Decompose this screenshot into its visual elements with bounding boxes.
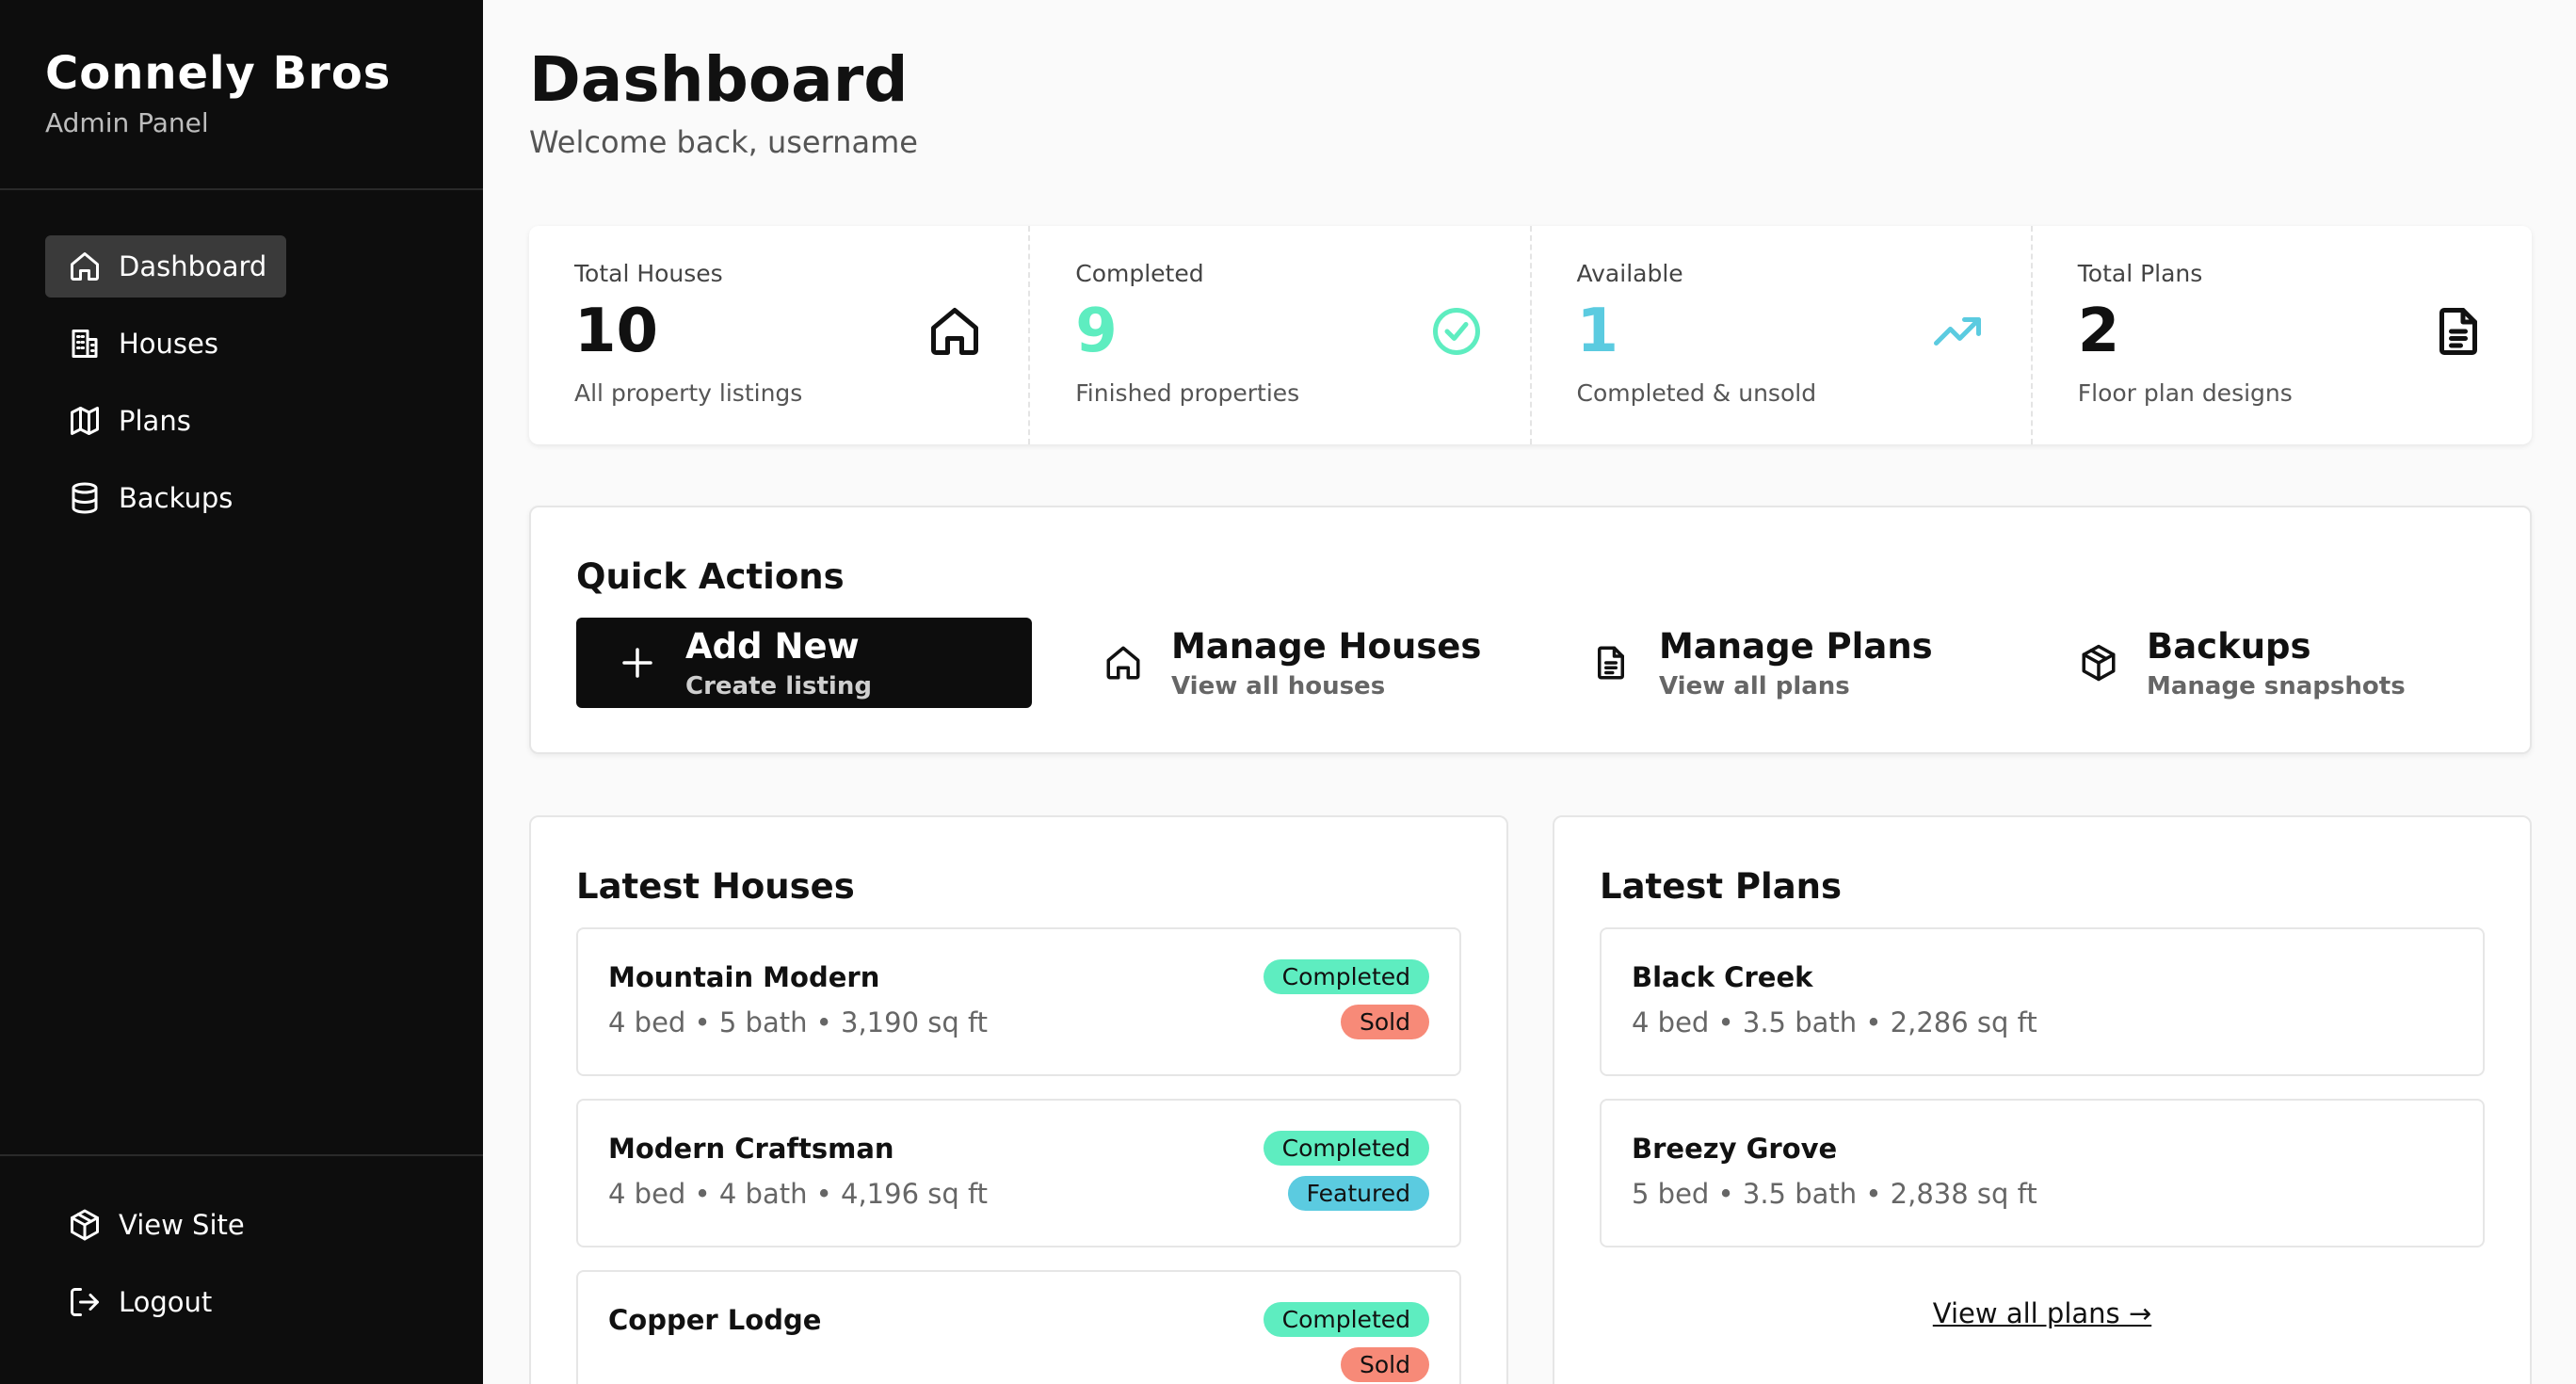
stat-label: Total Plans xyxy=(2077,260,2203,287)
brand-title: Connely Bros xyxy=(45,47,392,100)
manage-plans-title: Manage Plans xyxy=(1659,625,1933,667)
manage-houses-sub: View all houses xyxy=(1171,671,1386,700)
stats-row: Total Houses 10 All property listings Co… xyxy=(529,226,2532,444)
status-badge: Completed xyxy=(1263,1302,1429,1337)
plan-meta: 5 bed • 3.5 bath • 2,838 sq ft xyxy=(1632,1178,2037,1210)
plan-name: Black Creek xyxy=(1632,961,1813,993)
sidebar-item-plans[interactable]: Plans xyxy=(45,390,286,452)
status-badge: Sold xyxy=(1341,1005,1429,1039)
stat-total-plans: Total Plans 2 Floor plan designs xyxy=(2033,226,2532,444)
status-badge: Completed xyxy=(1263,959,1429,994)
database-icon xyxy=(72,482,98,514)
stat-label: Total Houses xyxy=(574,260,723,287)
stat-value: 9 xyxy=(1075,297,1118,366)
sidebar-item-label: Dashboard xyxy=(119,250,267,282)
view-site-label: View Site xyxy=(119,1209,245,1241)
sidebar-item-label: Plans xyxy=(119,405,191,437)
home-icon xyxy=(1106,646,1140,680)
document-icon xyxy=(2439,308,2477,355)
sidebar-item-label: Backups xyxy=(119,482,233,514)
backups-sub: Manage snapshots xyxy=(2147,671,2406,700)
stat-desc: All property listings xyxy=(574,379,803,408)
latest-houses-panel: Latest Houses Mountain Modern 4 bed • 5 … xyxy=(529,815,1508,1384)
brand-subtitle: Admin Panel xyxy=(45,107,209,138)
map-icon xyxy=(71,407,99,435)
backups-button[interactable]: Backups Manage snapshots xyxy=(2079,618,2406,708)
stat-value: 10 xyxy=(574,297,659,366)
latest-plans-panel: Latest Plans Black Creek 4 bed • 3.5 bat… xyxy=(1553,815,2532,1384)
house-name: Modern Craftsman xyxy=(608,1133,894,1165)
plan-meta: 4 bed • 3.5 bath • 2,286 sq ft xyxy=(1632,1006,2037,1038)
sidebar-item-label: Houses xyxy=(119,328,218,360)
list-item[interactable]: Modern Craftsman 4 bed • 4 bath • 4,196 … xyxy=(576,1099,1461,1247)
sidebar-item-houses[interactable]: Houses xyxy=(45,313,286,375)
logout-icon xyxy=(71,1288,99,1316)
check-circle-icon xyxy=(1432,308,1480,355)
brand: Connely Bros Admin Panel xyxy=(0,0,483,190)
sidebar-item-backups[interactable]: Backups xyxy=(45,467,286,529)
stat-available: Available 1 Completed & unsold xyxy=(1532,226,2033,444)
add-new-sub: Create listing xyxy=(685,671,872,700)
box-icon xyxy=(2082,644,2116,682)
main-content: Dashboard Welcome back, username Total H… xyxy=(483,0,2576,1384)
manage-plans-sub: View all plans xyxy=(1659,671,1850,700)
latest-houses-title: Latest Houses xyxy=(576,866,855,907)
sidebar-item-dashboard[interactable]: Dashboard xyxy=(45,235,286,298)
sidebar: Connely Bros Admin Panel Dashboard House… xyxy=(0,0,483,1384)
quick-actions: Quick Actions Add New Create listing Man… xyxy=(529,506,2532,754)
quick-actions-title: Quick Actions xyxy=(576,556,845,597)
view-all-plans-link[interactable]: View all plans → xyxy=(1554,1297,2530,1329)
add-new-button[interactable]: Add New Create listing xyxy=(576,618,1032,708)
backups-title: Backups xyxy=(2147,625,2311,667)
latest-plans-title: Latest Plans xyxy=(1600,866,1843,907)
manage-houses-title: Manage Houses xyxy=(1171,625,1482,667)
stat-label: Completed xyxy=(1075,260,1204,287)
home-icon xyxy=(71,252,99,281)
manage-plans-button[interactable]: Manage Plans View all plans xyxy=(1591,618,1933,708)
stat-desc: Finished properties xyxy=(1075,379,1300,408)
status-badge: Featured xyxy=(1287,1176,1429,1211)
stat-total-houses: Total Houses 10 All property listings xyxy=(529,226,1031,444)
sidebar-nav: Dashboard Houses Plans Backups xyxy=(0,190,483,529)
page-subtitle: Welcome back, username xyxy=(529,124,918,160)
stat-desc: Completed & unsold xyxy=(1576,379,1817,408)
box-icon xyxy=(71,1209,99,1241)
house-name: Copper Lodge xyxy=(608,1304,822,1336)
list-item[interactable]: Black Creek 4 bed • 3.5 bath • 2,286 sq … xyxy=(1600,927,2485,1076)
house-meta: 4 bed • 4 bath • 4,196 sq ft xyxy=(608,1178,989,1210)
page-title: Dashboard xyxy=(529,43,909,116)
stat-value: 1 xyxy=(1576,297,1619,366)
stat-desc: Floor plan designs xyxy=(2077,379,2293,408)
sidebar-bottom: View Site Logout xyxy=(0,1154,483,1384)
stat-value: 2 xyxy=(2077,297,2120,366)
plan-name: Breezy Grove xyxy=(1632,1133,1838,1165)
stat-completed: Completed 9 Finished properties xyxy=(1030,226,1532,444)
house-name: Mountain Modern xyxy=(608,961,880,993)
home-icon xyxy=(931,308,979,355)
status-badge: Sold xyxy=(1341,1347,1429,1382)
house-meta: 4 bed • 5 bath • 3,190 sq ft xyxy=(608,1006,989,1038)
trending-up-icon xyxy=(1933,317,1981,346)
status-badge: Completed xyxy=(1263,1131,1429,1166)
list-item[interactable]: Breezy Grove 5 bed • 3.5 bath • 2,838 sq… xyxy=(1600,1099,2485,1247)
manage-houses-button[interactable]: Manage Houses View all houses xyxy=(1103,618,1481,708)
add-new-title: Add New xyxy=(685,625,860,667)
list-item[interactable]: Copper Lodge Completed Sold xyxy=(576,1270,1461,1384)
stat-label: Available xyxy=(1576,260,1683,287)
building-icon xyxy=(72,330,98,358)
plus-icon xyxy=(622,648,652,678)
list-item[interactable]: Mountain Modern 4 bed • 5 bath • 3,190 s… xyxy=(576,927,1461,1076)
logout-button[interactable]: Logout xyxy=(45,1271,286,1333)
document-icon xyxy=(1598,646,1624,680)
logout-label: Logout xyxy=(119,1286,213,1318)
view-site-link[interactable]: View Site xyxy=(45,1194,286,1256)
